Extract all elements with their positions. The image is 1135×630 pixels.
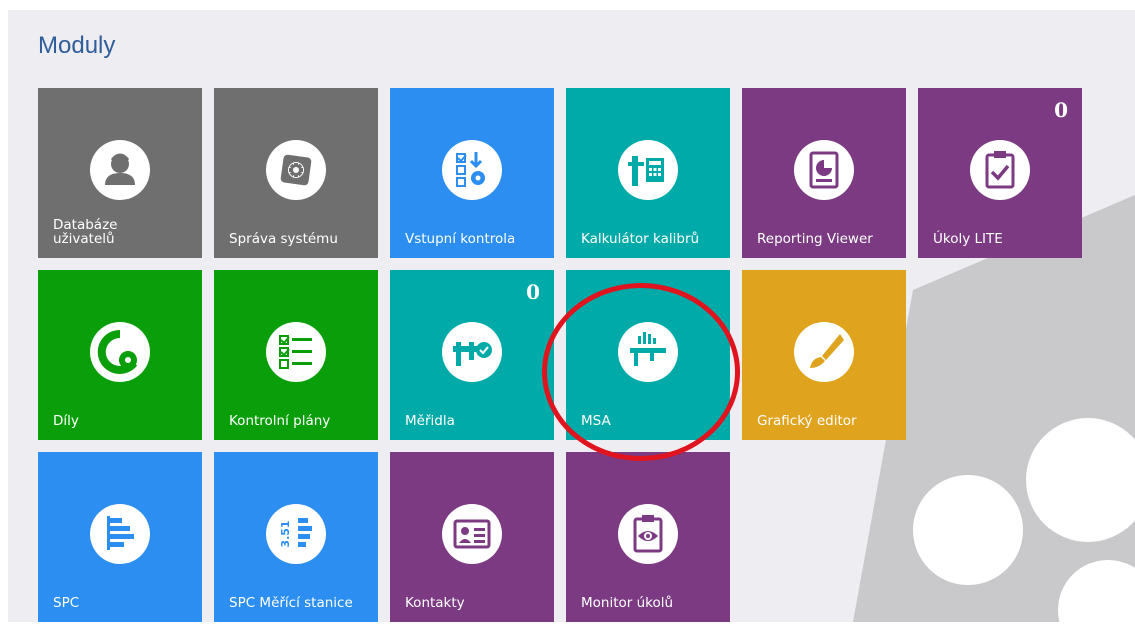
module-tile-label: Kontrolní plány bbox=[229, 413, 331, 429]
module-tile-label: Úkoly LITE bbox=[933, 231, 1003, 247]
module-tile-spc-merici-stanice[interactable]: 3.51 SPC Měřící stanice bbox=[214, 452, 378, 622]
module-tile-sprava-systemu[interactable]: Správa systému bbox=[214, 88, 378, 258]
module-tile-label: Reporting Viewer bbox=[757, 231, 873, 247]
checklist-icon bbox=[266, 322, 326, 382]
contact-card-icon bbox=[442, 504, 502, 564]
bar-chart-icon bbox=[90, 504, 150, 564]
gear-icon bbox=[266, 140, 326, 200]
caliper-check-icon bbox=[442, 322, 502, 382]
module-tile-vstupni-kontrola[interactable]: Vstupní kontrola bbox=[390, 88, 554, 258]
module-tile-msa[interactable]: MSA bbox=[566, 270, 730, 440]
modules-panel: Moduly Databáze uživatelů Správa systému V… bbox=[8, 10, 1135, 622]
module-tile-kontrolni-plany[interactable]: Kontrolní plány bbox=[214, 270, 378, 440]
notification-count-badge: 0 bbox=[1054, 98, 1068, 122]
module-tile-graficky-editor[interactable]: Grafický editor bbox=[742, 270, 906, 440]
module-tile-label: Kontakty bbox=[405, 595, 465, 611]
module-tile-spc[interactable]: SPC bbox=[38, 452, 202, 622]
module-tile-label: Grafický editor bbox=[757, 413, 857, 429]
svg-text:3.51: 3.51 bbox=[279, 520, 292, 547]
checklist-gear-icon bbox=[442, 140, 502, 200]
page-title: Moduly bbox=[38, 32, 116, 59]
caliper-histogram-icon bbox=[618, 322, 678, 382]
notification-count-badge: 0 bbox=[526, 280, 540, 304]
module-tile-kontakty[interactable]: Kontakty bbox=[390, 452, 554, 622]
module-tile-label: SPC bbox=[53, 595, 80, 611]
measure-station-icon: 3.51 bbox=[266, 504, 326, 564]
report-chart-icon bbox=[794, 140, 854, 200]
module-tile-label: SPC Měřící stanice bbox=[229, 595, 353, 611]
caliper-calculator-icon bbox=[618, 140, 678, 200]
module-tile-label: Monitor úkolů bbox=[581, 595, 674, 611]
module-tile-kalkulator-kalibru[interactable]: Kalkulátor kalibrů bbox=[566, 88, 730, 258]
module-tile-label: Měřidla bbox=[405, 413, 455, 429]
module-tile-label: Vstupní kontrola bbox=[405, 231, 516, 247]
module-tile-reporting-viewer[interactable]: Reporting Viewer bbox=[742, 88, 906, 258]
part-gear-icon bbox=[90, 322, 150, 382]
module-tile-dily[interactable]: Díly bbox=[38, 270, 202, 440]
clipboard-check-icon bbox=[970, 140, 1030, 200]
module-tile-label: Správa systému bbox=[229, 231, 338, 247]
module-tile-ukoly-lite[interactable]: Úkoly LITE 0 bbox=[918, 88, 1082, 258]
module-tile-databaze-uzivatelu[interactable]: Databáze uživatelů bbox=[38, 88, 202, 258]
module-tile-monitor-ukolu[interactable]: Monitor úkolů bbox=[566, 452, 730, 622]
module-tile-label: Databáze uživatelů bbox=[53, 217, 118, 247]
user-icon bbox=[90, 140, 150, 200]
clipboard-eye-icon bbox=[618, 504, 678, 564]
paintbrush-icon bbox=[794, 322, 854, 382]
module-tile-meridla[interactable]: Měřidla 0 bbox=[390, 270, 554, 440]
module-tile-label: Díly bbox=[53, 413, 79, 429]
module-tile-label: MSA bbox=[581, 413, 611, 429]
module-tile-label: Kalkulátor kalibrů bbox=[581, 231, 700, 247]
